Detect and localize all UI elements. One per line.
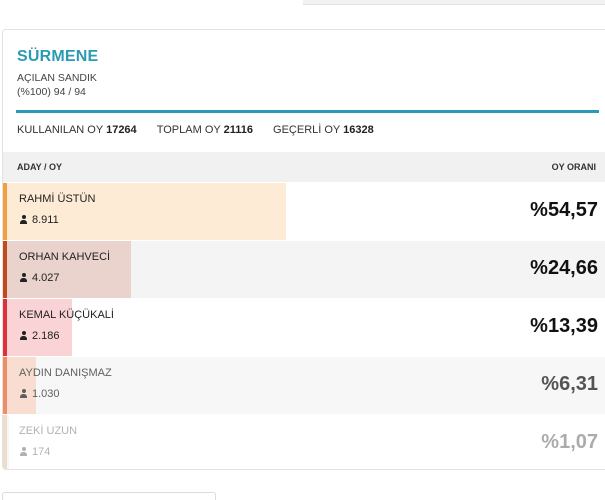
- district-title: SÜRMENE: [17, 48, 99, 65]
- party-color-accent: [3, 241, 7, 298]
- vote-count: 4.027: [32, 272, 60, 284]
- vote-rate-column-header: OY ORANI: [551, 162, 596, 172]
- person-icon: [19, 273, 28, 282]
- used-votes-label: KULLANILAN OY: [17, 124, 104, 136]
- candidate-name: ZEKİ UZUN: [19, 425, 78, 437]
- vote-percentage: %1,07: [541, 431, 598, 453]
- candidate-name: KEMAL KÜÇÜKALİ: [19, 309, 114, 321]
- candidate-row[interactable]: RAHMİ ÜSTÜN 8.911 %54,57: [3, 182, 605, 240]
- valid-votes-stat: GEÇERLİ OY 16328: [273, 124, 374, 136]
- vote-share-bar: [3, 299, 73, 356]
- candidate-column-header: ADAY / OY: [17, 162, 63, 172]
- candidate-list: RAHMİ ÜSTÜN 8.911 %54,57 ORHAN KAHVECİ 4…: [3, 182, 605, 469]
- vote-count: 1.030: [32, 388, 60, 400]
- header-divider: [16, 110, 599, 113]
- vote-share-bar: [3, 357, 36, 414]
- valid-votes-value: 16328: [343, 124, 374, 136]
- person-icon: [19, 215, 28, 224]
- used-votes-stat: KULLANILAN OY 17264: [17, 124, 137, 136]
- vote-share-bar: [3, 183, 286, 240]
- candidate-votes: 174: [19, 446, 50, 458]
- vote-count: 8.911: [32, 214, 59, 226]
- vote-share-bar: [3, 241, 131, 298]
- person-icon: [19, 447, 28, 456]
- vote-percentage: %13,39: [530, 315, 598, 337]
- ballot-progress: (%100) 94 / 94: [17, 86, 86, 98]
- vote-stats: KULLANILAN OY 17264 TOPLAM OY 21116 GEÇE…: [17, 124, 391, 136]
- card-header: SÜRMENE AÇILAN SANDIK (%100) 94 / 94: [17, 48, 98, 98]
- vote-percentage: %24,66: [530, 257, 598, 279]
- total-votes-stat: TOPLAM OY 21116: [157, 124, 253, 136]
- candidate-votes: 2.186: [19, 330, 60, 342]
- person-icon: [19, 389, 28, 398]
- next-card-edge: [2, 492, 216, 500]
- candidate-row[interactable]: ZEKİ UZUN 174 %1,07: [3, 414, 605, 469]
- party-color-accent: [3, 299, 7, 356]
- party-color-accent: [3, 415, 7, 469]
- vote-percentage: %6,31: [541, 373, 598, 395]
- person-icon: [19, 331, 28, 340]
- results-card: SÜRMENE AÇILAN SANDIK (%100) 94 / 94 KUL…: [2, 29, 605, 470]
- valid-votes-label: GEÇERLİ OY: [273, 124, 341, 136]
- total-votes-value: 21116: [223, 124, 253, 136]
- opened-ballot-label: AÇILAN SANDIK: [17, 72, 97, 84]
- candidate-row[interactable]: AYDIN DANIŞMAZ 1.030 %6,31: [3, 356, 605, 414]
- party-color-accent: [3, 183, 7, 240]
- total-votes-label: TOPLAM OY: [156, 124, 221, 136]
- party-color-accent: [3, 357, 7, 414]
- candidate-name: AYDIN DANIŞMAZ: [19, 367, 112, 379]
- candidate-votes: 4.027: [19, 272, 60, 284]
- candidate-row[interactable]: ORHAN KAHVECİ 4.027 %24,66: [3, 240, 605, 298]
- candidate-name: RAHMİ ÜSTÜN: [19, 193, 96, 205]
- used-votes-value: 17264: [106, 124, 137, 136]
- top-panel-edge: [303, 0, 605, 5]
- candidate-name: ORHAN KAHVECİ: [19, 251, 111, 263]
- candidate-votes: 8.911: [19, 214, 59, 226]
- vote-percentage: %54,57: [530, 199, 598, 221]
- table-header: ADAY / OY OY ORANI: [3, 152, 605, 182]
- vote-count: 2.186: [32, 330, 60, 342]
- candidate-votes: 1.030: [19, 388, 60, 400]
- vote-count: 174: [32, 446, 51, 458]
- candidate-row[interactable]: KEMAL KÜÇÜKALİ 2.186 %13,39: [3, 298, 605, 356]
